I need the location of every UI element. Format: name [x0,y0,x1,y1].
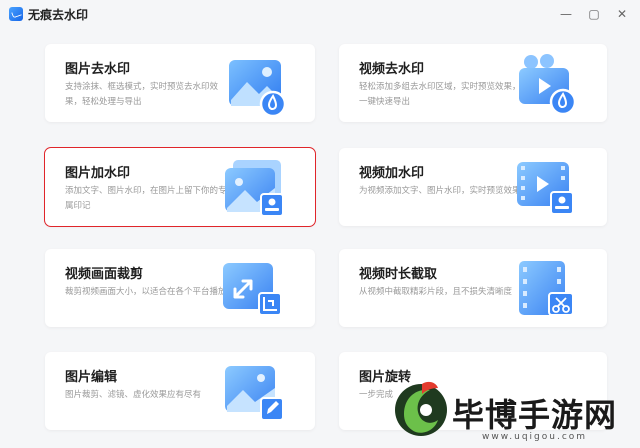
app-logo-icon [9,7,23,21]
site-watermark-text: 毕博手游网 [452,396,618,434]
video-crop-icon [223,263,282,316]
card-image-remove-watermark[interactable]: 图片去水印 支持涂抹、框选模式，实时预览去水印效果，轻松处理与导出 [45,44,315,122]
card-title: 视频时长截取 [359,267,438,282]
card-desc: 为视频添加文字、图片水印，实时预览效果 [359,186,521,196]
maximize-button[interactable]: ▢ [584,4,604,24]
card-title: 图片去水印 [65,62,131,77]
video-remove-watermark-icon [519,54,577,116]
image-add-watermark-icon [225,160,284,217]
image-remove-watermark-icon [229,60,287,118]
card-desc: 裁剪视频画面大小，以适合在各个平台播放 [65,287,227,297]
card-video-remove-watermark[interactable]: 视频去水印 轻松添加多组去水印区域，实时预览效果，一键快速导出 [339,44,607,122]
video-add-watermark-icon [517,162,574,215]
site-watermark-url: www.uqigou.com [482,432,588,442]
card-title: 视频画面裁剪 [65,267,144,282]
close-button[interactable]: ✕ [612,4,632,24]
card-desc: 从视频中截取精彩片段，且不损失清晰度 [359,287,513,297]
card-desc: 轻松添加多组去水印区域，实时预览效果，一键快速导出 [359,82,521,107]
site-watermark-overlay: 毕博手游网 www.uqigou.com [388,370,640,448]
card-desc: 添加文字、图片水印，在图片上留下你的专属印记 [65,186,227,211]
minimize-button[interactable]: — [556,4,576,24]
title-bar: 无痕去水印 — ▢ ✕ [0,0,640,28]
image-edit-icon [225,366,284,421]
card-title: 视频去水印 [359,62,425,77]
app-title: 无痕去水印 [28,8,89,22]
card-desc: 支持涂抹、框选模式，实时预览去水印效果，轻松处理与导出 [65,82,219,107]
card-video-add-watermark[interactable]: 视频加水印 为视频添加文字、图片水印，实时预览效果 [339,148,607,226]
site-logo-icon [395,381,447,436]
card-title: 视频加水印 [359,166,425,181]
card-video-trim[interactable]: 视频时长截取 从视频中截取精彩片段，且不损失清晰度 [339,249,607,327]
video-trim-icon [519,261,574,316]
card-image-add-watermark[interactable]: 图片加水印 添加文字、图片水印，在图片上留下你的专属印记 [44,147,316,227]
card-image-edit[interactable]: 图片编辑 图片裁剪、滤镜、虚化效果应有尽有 [45,352,315,430]
card-desc: 图片裁剪、滤镜、虚化效果应有尽有 [65,390,202,400]
card-video-crop[interactable]: 视频画面裁剪 裁剪视频画面大小，以适合在各个平台播放 [45,249,315,327]
card-title: 图片加水印 [65,166,131,181]
card-title: 图片编辑 [65,370,118,385]
